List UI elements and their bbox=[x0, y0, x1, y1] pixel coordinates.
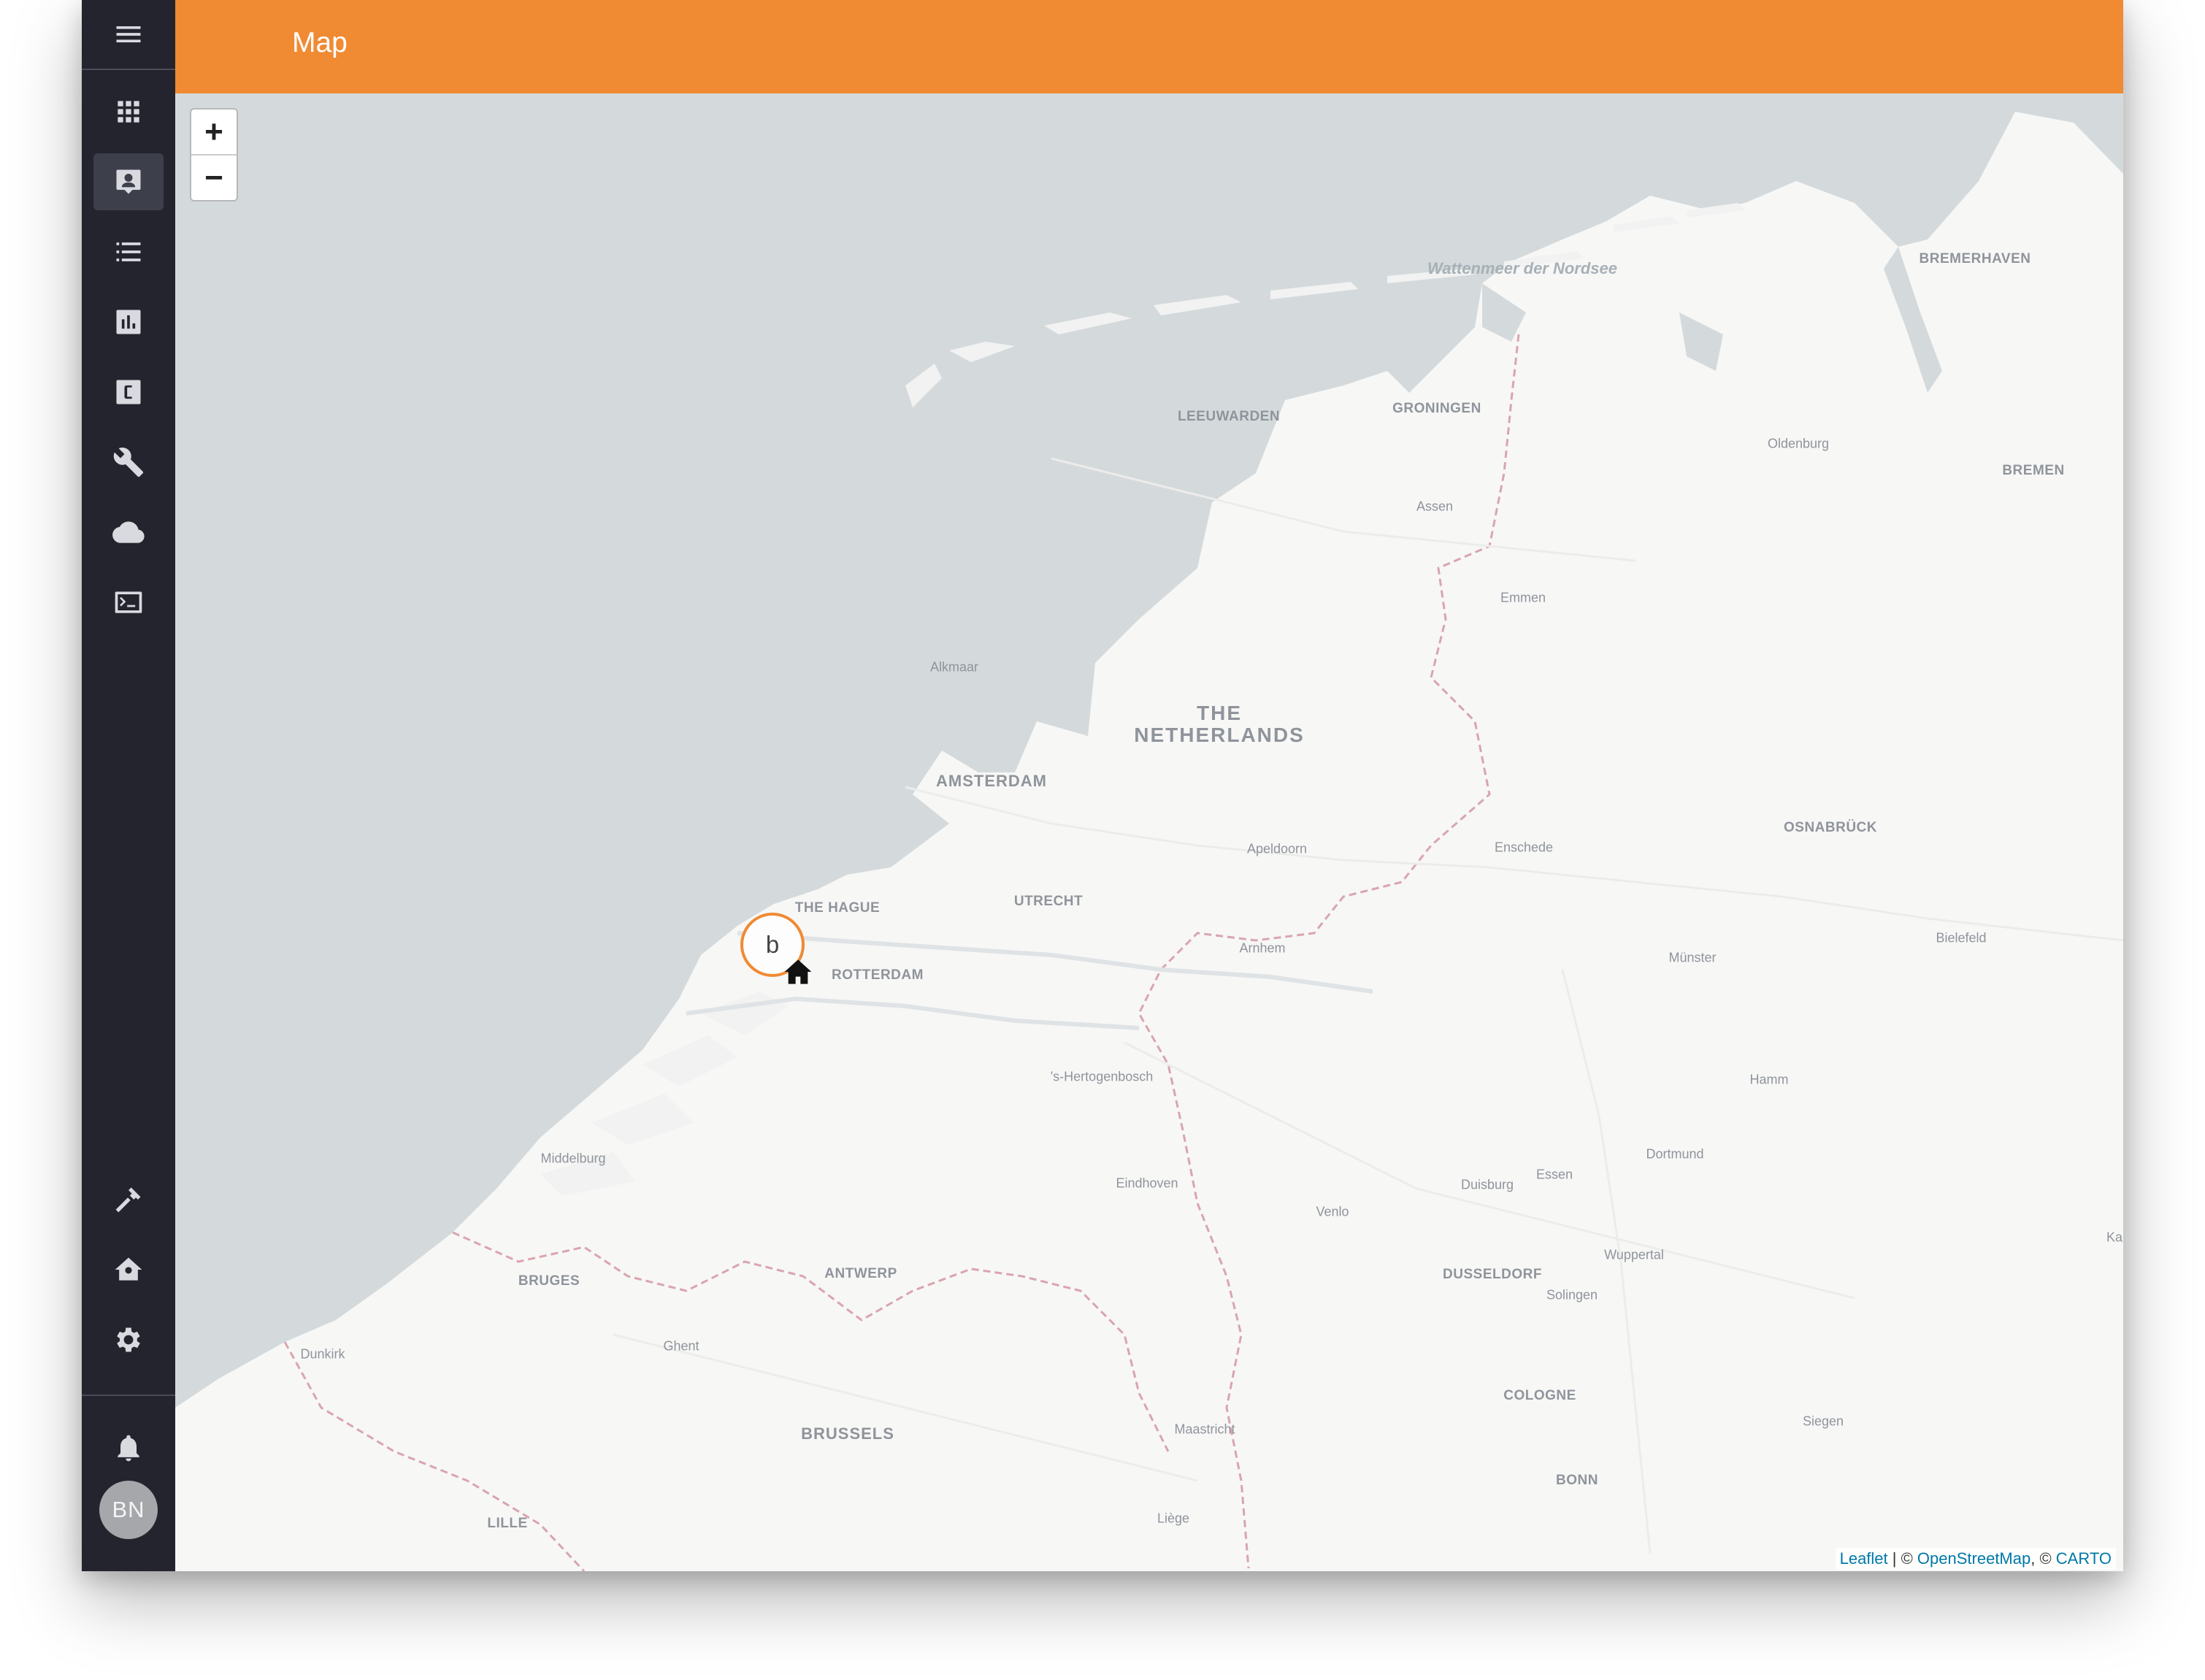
map-label-bruges: BRUGES bbox=[518, 1273, 580, 1289]
map-label-wuppertal: Wuppertal bbox=[1604, 1247, 1664, 1262]
leaflet-link[interactable]: Leaflet bbox=[1840, 1549, 1888, 1568]
map-label-wadden-sea: Wattenmeer der Nordsee bbox=[1427, 259, 1618, 277]
map-label-enschede: Enschede bbox=[1494, 840, 1554, 855]
sidebar-item-terminal[interactable] bbox=[93, 574, 164, 631]
map-label-duisburg: Duisburg bbox=[1460, 1177, 1514, 1192]
map-label-bremerhaven: BREMERHAVEN bbox=[1919, 251, 2031, 266]
map-label-arnhem: Arnhem bbox=[1239, 940, 1286, 956]
hamburger-menu-icon[interactable] bbox=[93, 6, 164, 63]
map-label-ka: Ka bbox=[2106, 1230, 2123, 1245]
map-label-venlo: Venlo bbox=[1316, 1204, 1349, 1219]
sidebar-divider bbox=[82, 69, 175, 70]
map-label-amsterdam: AMSTERDAM bbox=[936, 772, 1047, 790]
map-label-bremen: BREMEN bbox=[2002, 463, 2065, 478]
terminal-icon bbox=[115, 591, 142, 613]
map-label-hamm: Hamm bbox=[1749, 1072, 1789, 1087]
zoom-control: + − bbox=[190, 108, 238, 202]
sidebar-item-cloud[interactable] bbox=[93, 504, 164, 561]
map-label-bielefeld: Bielefeld bbox=[1936, 930, 1987, 946]
sidebar: BN bbox=[82, 0, 175, 1571]
map-label-apeldoorn: Apeldoorn bbox=[1246, 841, 1308, 856]
carto-link[interactable]: CARTO bbox=[2056, 1549, 2112, 1568]
map-label-dunkirk: Dunkirk bbox=[300, 1346, 345, 1362]
map-label-the-netherlands: THE NETHERLANDS bbox=[1134, 702, 1305, 746]
attribution-separator: , © bbox=[2030, 1549, 2056, 1568]
map-label-dortmund: Dortmund bbox=[1646, 1146, 1704, 1162]
apps-grid-icon bbox=[118, 101, 139, 123]
bell-icon bbox=[118, 1435, 139, 1462]
map-label-the-hague: THE HAGUE bbox=[794, 900, 881, 916]
bar-chart-icon bbox=[116, 310, 141, 334]
app-window: BN Map + − Wattenmeer der Nordsee BREMER… bbox=[82, 0, 2123, 1571]
gear-icon bbox=[117, 1327, 140, 1352]
cloud-icon bbox=[112, 521, 145, 543]
zoom-in-button[interactable]: + bbox=[191, 110, 237, 156]
map-label-rotterdam: ROTTERDAM bbox=[832, 967, 924, 983]
map-label-osnabruck: OSNABRÜCK bbox=[1784, 820, 1877, 835]
map-label-oldenburg: Oldenburg bbox=[1767, 436, 1830, 451]
map-label-lille: LILLE bbox=[487, 1516, 528, 1531]
sidebar-item-charts[interactable] bbox=[93, 294, 164, 350]
sidebar-item-c-module[interactable] bbox=[93, 364, 164, 421]
map-label-ghent: Ghent bbox=[663, 1338, 699, 1354]
map-label-emmen: Emmen bbox=[1500, 590, 1546, 605]
map-attribution: Leaflet | © OpenStreetMap, © CARTO bbox=[1835, 1548, 2116, 1570]
map-label-siegen: Siegen bbox=[1802, 1414, 1844, 1429]
sidebar-divider bbox=[82, 1395, 175, 1396]
wrench-icon bbox=[113, 448, 144, 477]
map-label-essen: Essen bbox=[1535, 1167, 1573, 1182]
map-label-eindhoven: Eindhoven bbox=[1116, 1175, 1178, 1191]
map-label-utrecht: UTRECHT bbox=[1013, 894, 1084, 909]
letter-c-icon bbox=[116, 380, 141, 404]
hammer-icon bbox=[115, 1187, 141, 1213]
sidebar-item-build[interactable] bbox=[93, 1171, 164, 1228]
map-label-brussels: BRUSSELS bbox=[801, 1424, 894, 1443]
house-gear-icon bbox=[115, 1257, 142, 1281]
map-label-maastricht: Maastricht bbox=[1174, 1422, 1235, 1437]
map-label-bonn: BONN bbox=[1556, 1473, 1598, 1488]
map-label-liege: Liège bbox=[1157, 1511, 1190, 1526]
sidebar-item-tools[interactable] bbox=[93, 434, 164, 491]
zoom-out-button[interactable]: − bbox=[191, 156, 237, 200]
map-label-leeuwarden: LEEUWARDEN bbox=[1177, 409, 1281, 424]
openstreetmap-link[interactable]: OpenStreetMap bbox=[1917, 1549, 2030, 1568]
map-label-dusseldorf: DUSSELDORF bbox=[1443, 1267, 1542, 1282]
sidebar-item-dashboard[interactable] bbox=[93, 83, 164, 140]
map-label-hertogenbosch: 's-Hertogenbosch bbox=[1050, 1069, 1154, 1084]
contact-card-icon bbox=[116, 169, 141, 194]
map-label-solingen: Solingen bbox=[1546, 1287, 1598, 1303]
list-icon bbox=[116, 242, 141, 261]
top-bar: Map bbox=[175, 0, 2123, 93]
sidebar-item-settings[interactable] bbox=[93, 1311, 164, 1368]
map-label-antwerp: ANTWERP bbox=[824, 1266, 897, 1281]
home-icon[interactable] bbox=[783, 957, 813, 986]
map-view[interactable]: + − Wattenmeer der Nordsee BREMERHAVEN L… bbox=[175, 93, 2123, 1571]
sidebar-item-map[interactable] bbox=[93, 153, 164, 210]
map-label-groningen: GRONINGEN bbox=[1392, 401, 1481, 416]
map-label-cologne: COLOGNE bbox=[1503, 1388, 1576, 1403]
attribution-separator: | © bbox=[1887, 1549, 1917, 1568]
map-label-assen: Assen bbox=[1416, 499, 1454, 514]
map-label-alkmaar: Alkmaar bbox=[929, 659, 979, 675]
sidebar-item-list[interactable] bbox=[93, 223, 164, 280]
map-label-middelburg: Middelburg bbox=[540, 1151, 606, 1166]
page-title: Map bbox=[292, 27, 348, 58]
sidebar-item-home-settings[interactable] bbox=[93, 1241, 164, 1298]
avatar[interactable]: BN bbox=[99, 1481, 158, 1539]
notifications-button[interactable] bbox=[93, 1419, 164, 1476]
map-label-munster: Münster bbox=[1668, 950, 1717, 965]
